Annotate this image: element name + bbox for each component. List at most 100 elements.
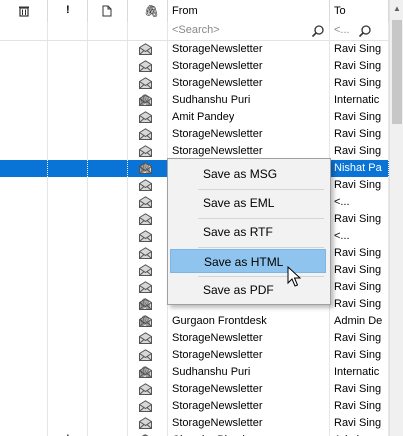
table-row[interactable]: StorageNewsletter Ravi Sing bbox=[0, 75, 389, 92]
paperclip-icon: 🖇 bbox=[138, 299, 152, 311]
menu-item-label: Save as RTF bbox=[203, 225, 273, 239]
to-cell: Ravi Sing bbox=[330, 245, 389, 262]
to-cell: Ravi Sing bbox=[330, 398, 389, 415]
to-text: Ravi Sing bbox=[334, 60, 382, 72]
to-text: Ravi Sing bbox=[334, 128, 382, 140]
to-cell: Ravi Sing bbox=[330, 262, 389, 279]
to-header: To bbox=[334, 5, 346, 17]
document-icon bbox=[102, 5, 112, 17]
to-text: Ravi Sing bbox=[334, 417, 382, 429]
table-row[interactable]: 🖇 Sudhanshu Puri Internatic bbox=[0, 364, 389, 381]
from-text: Sudhanshu Puri bbox=[172, 94, 251, 106]
to-text: Ravi Sing bbox=[334, 264, 382, 276]
table-row[interactable]: StorageNewsletter Ravi Sing bbox=[0, 126, 389, 143]
column-to[interactable]: To bbox=[330, 0, 389, 22]
paperclip-icon: 🖇 bbox=[144, 4, 160, 18]
from-cell: StorageNewsletter bbox=[168, 381, 330, 398]
to-cell: Ravi Sing bbox=[330, 381, 389, 398]
from-cell: StorageNewsletter bbox=[168, 398, 330, 415]
from-cell: StorageNewsletter bbox=[168, 75, 330, 92]
from-cell: Amit Pandey bbox=[168, 109, 330, 126]
to-text: Ravi Sing bbox=[334, 111, 382, 123]
menu-item-save-as-msg[interactable]: Save as MSG bbox=[170, 162, 326, 186]
to-text: Admin De bbox=[334, 315, 383, 327]
to-cell: <... bbox=[330, 228, 389, 245]
to-cell: Admin bbox=[330, 432, 389, 436]
to-text: Ravi Sing bbox=[334, 247, 382, 259]
column-importance[interactable]: ! bbox=[48, 0, 88, 22]
from-cell: Sudhanshu Puri bbox=[168, 364, 330, 381]
to-cell: Nishat Pa bbox=[330, 160, 389, 177]
from-search-placeholder: <Search> bbox=[172, 24, 220, 36]
from-text: Sudhanshu Puri bbox=[172, 366, 251, 378]
to-cell: <... bbox=[330, 194, 389, 211]
table-row[interactable]: StorageNewsletter Ravi Sing bbox=[0, 41, 389, 58]
to-cell: Ravi Sing bbox=[330, 126, 389, 143]
vertical-scrollbar[interactable]: ▲ bbox=[389, 0, 403, 436]
column-attachment[interactable]: 🖇 bbox=[128, 0, 168, 22]
table-row[interactable]: StorageNewsletter Ravi Sing bbox=[0, 330, 389, 347]
from-search-input[interactable]: <Search> bbox=[168, 22, 330, 40]
to-text: Ravi Sing bbox=[334, 383, 382, 395]
to-text: Ravi Sing bbox=[334, 213, 382, 225]
menu-item-label: Save as HTML bbox=[204, 255, 284, 269]
menu-item-label: Save as EML bbox=[203, 196, 275, 210]
to-cell: Ravi Sing bbox=[330, 41, 389, 58]
from-cell: StorageNewsletter bbox=[168, 415, 330, 432]
menu-separator bbox=[198, 189, 324, 190]
table-row[interactable]: 🖇 Gurgaon Frontdesk Admin De bbox=[0, 313, 389, 330]
to-text: Ravi Sing bbox=[334, 298, 382, 310]
scroll-up-arrow-icon[interactable]: ▲ bbox=[390, 0, 403, 17]
scroll-thumb[interactable] bbox=[392, 20, 402, 124]
menu-item-save-as-html[interactable]: Save as HTML bbox=[170, 249, 326, 273]
menu-separator bbox=[198, 276, 324, 277]
from-cell: Gurgaon Frontdesk bbox=[168, 313, 330, 330]
to-cell: Admin De bbox=[330, 313, 389, 330]
from-header: From bbox=[172, 5, 198, 17]
to-text: <... bbox=[334, 196, 350, 208]
to-text: Ravi Sing bbox=[334, 349, 382, 361]
to-cell: Ravi Sing bbox=[330, 415, 389, 432]
from-text: StorageNewsletter bbox=[172, 128, 263, 140]
trash-icon bbox=[19, 6, 29, 17]
table-row[interactable]: StorageNewsletter Ravi Sing bbox=[0, 415, 389, 432]
to-cell: Ravi Sing bbox=[330, 177, 389, 194]
to-text: Ravi Sing bbox=[334, 43, 382, 55]
filter-row: <Search> <... bbox=[0, 22, 389, 41]
from-cell: StorageNewsletter bbox=[168, 330, 330, 347]
from-text: Gurgaon Frontdesk bbox=[172, 315, 267, 327]
search-icon[interactable] bbox=[358, 24, 372, 38]
to-text: Nishat Pa bbox=[334, 162, 382, 174]
table-row[interactable]: Amit Pandey Ravi Sing bbox=[0, 109, 389, 126]
to-text: Ravi Sing bbox=[334, 281, 382, 293]
column-header-row: ! 🖇 From To bbox=[0, 0, 389, 23]
menu-item-save-as-eml[interactable]: Save as EML bbox=[170, 191, 326, 215]
from-text: StorageNewsletter bbox=[172, 145, 263, 157]
search-icon[interactable] bbox=[311, 24, 325, 38]
to-cell: Ravi Sing bbox=[330, 211, 389, 228]
table-row[interactable]: StorageNewsletter Ravi Sing bbox=[0, 381, 389, 398]
table-row[interactable]: StorageNewsletter Ravi Sing bbox=[0, 347, 389, 364]
column-delete[interactable] bbox=[0, 0, 48, 22]
table-row[interactable]: StorageNewsletter Ravi Sing bbox=[0, 58, 389, 75]
table-row[interactable]: 🖇 Sudhanshu Puri Internatic bbox=[0, 92, 389, 109]
to-search-input[interactable]: <... bbox=[330, 22, 389, 40]
importance-header: ! bbox=[66, 4, 70, 16]
paperclip-icon: 🖇 bbox=[138, 163, 152, 175]
menu-item-label: Save as MSG bbox=[203, 167, 278, 181]
to-text: Internatic bbox=[334, 366, 380, 378]
to-text: <... bbox=[334, 230, 350, 242]
to-text: Ravi Sing bbox=[334, 145, 382, 157]
column-from[interactable]: From bbox=[168, 0, 330, 22]
paperclip-icon: 🖇 bbox=[138, 95, 152, 107]
menu-item-save-as-pdf[interactable]: Save as PDF bbox=[170, 278, 326, 302]
from-cell: Chandra Bhushan bbox=[168, 432, 330, 436]
menu-separator bbox=[198, 247, 324, 248]
column-type[interactable] bbox=[88, 0, 128, 22]
from-text: StorageNewsletter bbox=[172, 349, 263, 361]
menu-item-save-as-rtf[interactable]: Save as RTF bbox=[170, 220, 326, 244]
table-row[interactable]: !🖇Chandra BhushanAdmin bbox=[0, 432, 389, 436]
menu-separator bbox=[198, 218, 324, 219]
table-row[interactable]: StorageNewsletter Ravi Sing bbox=[0, 398, 389, 415]
from-cell: StorageNewsletter bbox=[168, 41, 330, 58]
